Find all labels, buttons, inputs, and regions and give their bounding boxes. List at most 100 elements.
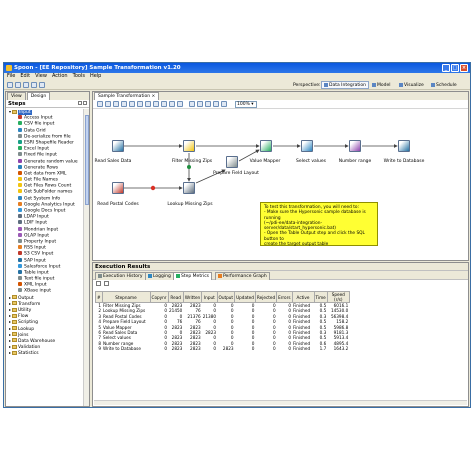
step-icon <box>18 257 22 262</box>
perspective-model[interactable]: Model <box>369 81 394 89</box>
show-results-icon[interactable] <box>177 101 183 107</box>
tab-sample-transformation[interactable]: Sample Transformation × <box>94 92 160 100</box>
column-header[interactable]: Time <box>313 291 328 303</box>
sql-icon[interactable] <box>161 101 167 107</box>
tree-item-label: XBase input <box>24 288 52 294</box>
step-prepare-field-layout-label[interactable]: Prepare Field Layout <box>213 171 259 176</box>
column-header[interactable]: Rejected <box>254 291 278 303</box>
step-lookup-missing-zips-label[interactable]: Lookup Missing Zips <box>167 202 212 207</box>
expand-all-icon[interactable] <box>78 101 82 105</box>
logging-icon <box>148 273 152 278</box>
menu-action[interactable]: Action <box>52 73 68 80</box>
step-icon <box>18 288 22 293</box>
save-as-icon[interactable] <box>39 82 45 88</box>
performance-graph-icon <box>218 273 222 278</box>
results-scrollbar[interactable] <box>94 400 467 405</box>
explore-db-icon[interactable] <box>169 101 175 107</box>
title-bar[interactable]: Spoon - [EE Repository] Sample Transform… <box>4 63 470 73</box>
note-box[interactable]: To test this transformation, you will ne… <box>260 202 378 247</box>
column-header[interactable]: Output <box>216 291 236 303</box>
align-top-icon[interactable] <box>205 101 211 107</box>
align-left-icon[interactable] <box>189 101 195 107</box>
tree-item-label: LDAP Input <box>24 214 49 220</box>
step-number-range-label[interactable]: Number range <box>339 159 372 164</box>
tab-step-metrics[interactable]: Step Metrics <box>173 272 213 280</box>
save-icon[interactable] <box>31 82 37 88</box>
collapse-all-icon[interactable] <box>83 101 87 105</box>
step-read-sales-data-icon[interactable] <box>112 140 124 152</box>
step-select-values-label[interactable]: Select values <box>296 159 326 164</box>
stop-icon[interactable] <box>113 101 119 107</box>
debug-icon[interactable] <box>129 101 135 107</box>
column-header[interactable]: Read <box>167 291 184 303</box>
spoon-app-icon <box>6 65 12 71</box>
zoom-select[interactable]: 100% ▾ <box>235 101 257 108</box>
impact-icon[interactable] <box>153 101 159 107</box>
step-icon <box>18 170 22 175</box>
explore-repository-icon[interactable] <box>23 82 29 88</box>
step-select-values-icon[interactable] <box>301 140 313 152</box>
step-filter-missing-zips-icon[interactable] <box>183 140 195 152</box>
perspective-schedule[interactable]: Schedule <box>428 81 460 89</box>
table-row[interactable]: 9 Write to Database 0 2823 2823 0 2823 0 0 0 Finis… <box>96 346 350 351</box>
menu-file[interactable]: File <box>7 73 15 80</box>
folder-icon <box>12 350 17 355</box>
tab-design[interactable]: Design <box>26 92 51 100</box>
step-lookup-missing-zips-icon[interactable] <box>183 182 195 194</box>
step-read-sales-data-label[interactable]: Read Sales Data <box>95 159 132 164</box>
step-value-mapper-label[interactable]: Value Mapper <box>250 159 281 164</box>
maximize-button[interactable]: □ <box>451 64 459 72</box>
steps-scrollbar-thumb[interactable] <box>85 115 89 205</box>
pause-icon[interactable] <box>105 101 111 107</box>
column-header[interactable]: Input <box>201 291 218 303</box>
minimize-button[interactable]: _ <box>442 64 450 72</box>
menu-edit[interactable]: Edit <box>20 73 30 80</box>
perspective-data-integration[interactable]: Data Integration <box>321 81 369 89</box>
column-header[interactable]: Speed (r/s) <box>326 291 350 303</box>
step-value-mapper-icon[interactable] <box>260 140 272 152</box>
refresh-icon[interactable] <box>104 281 109 286</box>
window-title: Spoon - [EE Repository] Sample Transform… <box>14 65 181 71</box>
align-right-icon[interactable] <box>197 101 203 107</box>
column-header[interactable]: Written <box>182 291 203 303</box>
open-folder-icon[interactable] <box>15 82 21 88</box>
column-header[interactable]: Updated <box>234 291 256 303</box>
menu-help[interactable]: Help <box>90 73 101 80</box>
column-header[interactable]: Active <box>291 291 315 303</box>
verify-icon[interactable] <box>145 101 151 107</box>
preview-icon[interactable] <box>121 101 127 107</box>
copy-icon[interactable] <box>96 281 101 286</box>
tab-execution-history[interactable]: Execution History <box>95 272 146 280</box>
step-icon <box>18 146 22 151</box>
tab-performance-graph[interactable]: Performance Graph <box>215 272 270 280</box>
canvas[interactable]: Read Sales Data Filter Missing Zips Value … <box>93 109 468 261</box>
close-button[interactable]: × <box>460 64 468 72</box>
step-number-range-icon[interactable] <box>349 140 361 152</box>
tab-view[interactable]: View <box>7 92 26 100</box>
step-prepare-field-layout-icon[interactable] <box>226 156 238 168</box>
step-read-postal-codes-label[interactable]: Read Postal Codes <box>97 202 138 207</box>
menu-view[interactable]: View <box>35 73 47 80</box>
perspective-visualize[interactable]: Visualize <box>396 81 427 89</box>
step-read-postal-codes-icon[interactable] <box>112 182 124 194</box>
folder-icon <box>12 332 17 337</box>
tab-logging[interactable]: Logging <box>145 272 174 280</box>
editor-toolbar: 100% ▾ <box>93 100 468 109</box>
column-header[interactable]: Errors <box>276 291 293 303</box>
replay-icon[interactable] <box>137 101 143 107</box>
step-filter-missing-zips-label[interactable]: Filter Missing Zips <box>172 159 212 164</box>
tree-item-label: Excel Input <box>24 146 50 152</box>
tree-item-label: Text file input <box>24 276 55 282</box>
tree-folder[interactable]: ▸ Statistics <box>6 350 84 356</box>
run-icon[interactable] <box>97 101 103 107</box>
step-write-to-database-icon[interactable] <box>398 140 410 152</box>
folder-icon <box>12 109 17 114</box>
new-file-icon[interactable] <box>7 82 13 88</box>
column-header[interactable]: Stepname <box>101 291 151 303</box>
steps-scrollbar[interactable] <box>83 109 89 406</box>
align-bottom-icon[interactable] <box>213 101 219 107</box>
menu-tools[interactable]: Tools <box>73 73 85 80</box>
distribute-icon[interactable] <box>221 101 227 107</box>
column-header[interactable]: Copynr <box>149 291 169 303</box>
step-write-to-database-label[interactable]: Write to Database <box>384 159 425 164</box>
